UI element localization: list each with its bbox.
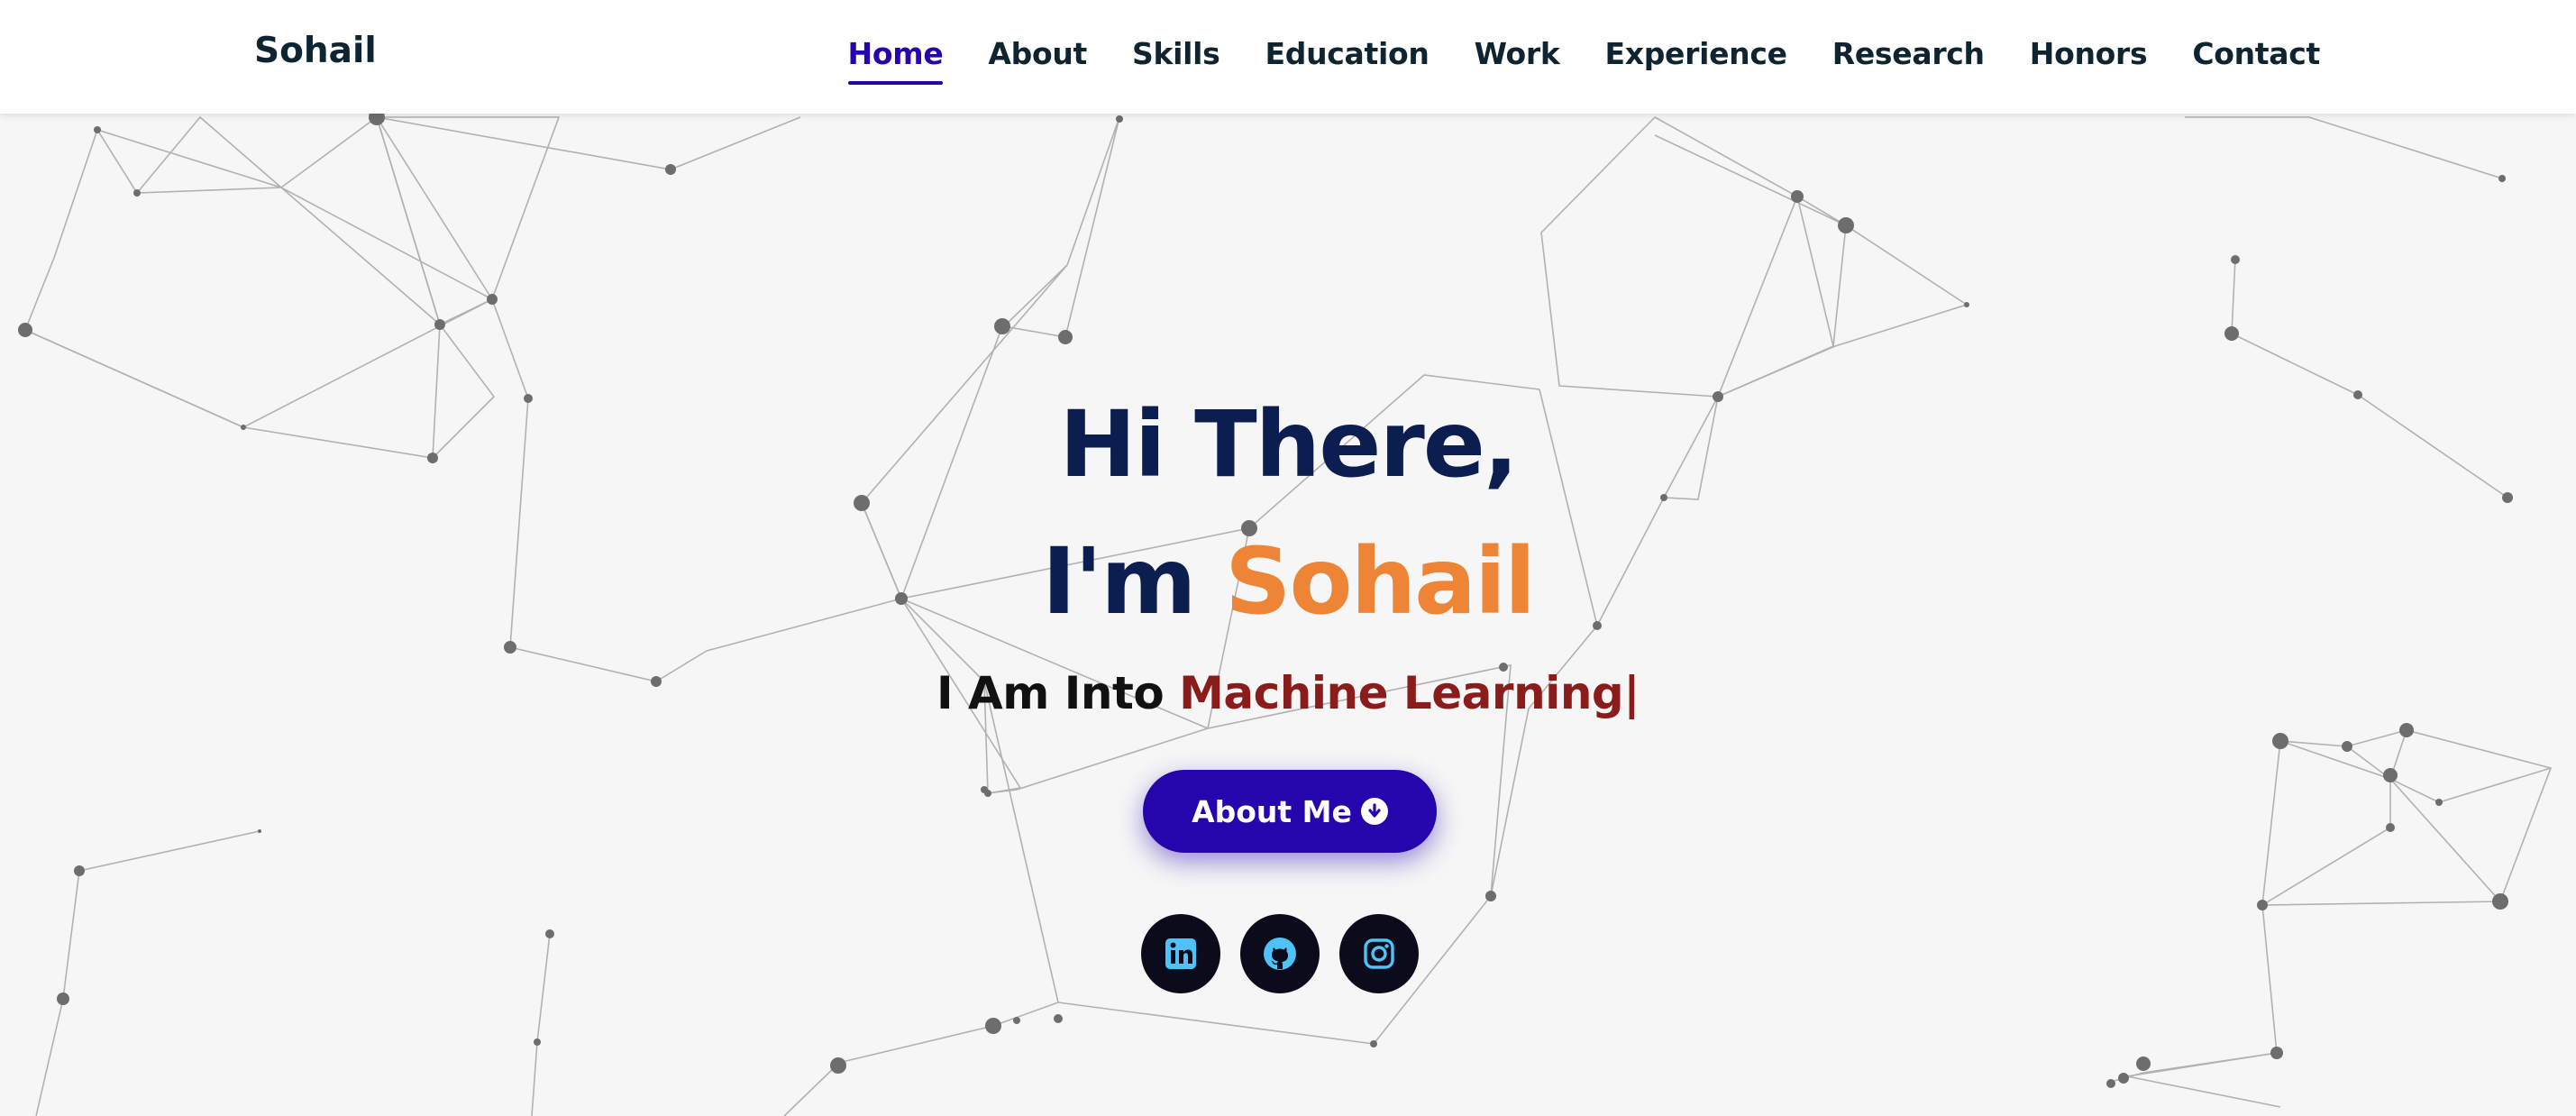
nav-menu: Home About Skills Education Work Experie… bbox=[847, 31, 2320, 85]
linkedin-link[interactable] bbox=[1141, 914, 1220, 993]
github-icon bbox=[1264, 938, 1296, 970]
linkedin-icon bbox=[1165, 938, 1196, 969]
about-me-label: About Me bbox=[1192, 793, 1352, 829]
instagram-icon bbox=[1364, 938, 1394, 969]
tagline-prefix: I Am Into bbox=[936, 667, 1165, 719]
intro-prefix: I'm bbox=[1042, 528, 1196, 636]
typed-text: Machine Learning bbox=[1179, 667, 1624, 719]
nav-link-research[interactable]: Research bbox=[1832, 31, 1985, 78]
hero-section: Hi There, I'm Sohail I Am Into Machine L… bbox=[0, 114, 2576, 1116]
nav-link-skills[interactable]: Skills bbox=[1132, 31, 1220, 78]
hero-name: Sohail bbox=[1225, 528, 1536, 636]
github-link[interactable] bbox=[1240, 914, 1320, 993]
brand-logo[interactable]: Sohail bbox=[254, 31, 377, 71]
arrow-circle-down-icon bbox=[1360, 798, 1388, 825]
hero-tagline: I Am Into Machine Learning| bbox=[0, 667, 2576, 719]
nav-link-contact[interactable]: Contact bbox=[2192, 31, 2320, 78]
nav-link-work[interactable]: Work bbox=[1475, 31, 1560, 78]
nav-link-experience[interactable]: Experience bbox=[1604, 31, 1787, 78]
about-me-button[interactable]: About Me bbox=[1143, 770, 1437, 853]
nav-link-about[interactable]: About bbox=[988, 31, 1087, 78]
top-navbar: Sohail Home About Skills Education Work … bbox=[0, 0, 2576, 114]
nav-link-honors[interactable]: Honors bbox=[2030, 31, 2148, 78]
hero-intro: I'm Sohail bbox=[0, 528, 2576, 636]
typing-cursor: | bbox=[1623, 667, 1640, 719]
social-links bbox=[1141, 914, 1419, 993]
instagram-link[interactable] bbox=[1339, 914, 1419, 993]
nav-link-education[interactable]: Education bbox=[1265, 31, 1430, 78]
hero-greeting: Hi There, bbox=[1059, 391, 1518, 499]
nav-link-home[interactable]: Home bbox=[847, 31, 944, 85]
